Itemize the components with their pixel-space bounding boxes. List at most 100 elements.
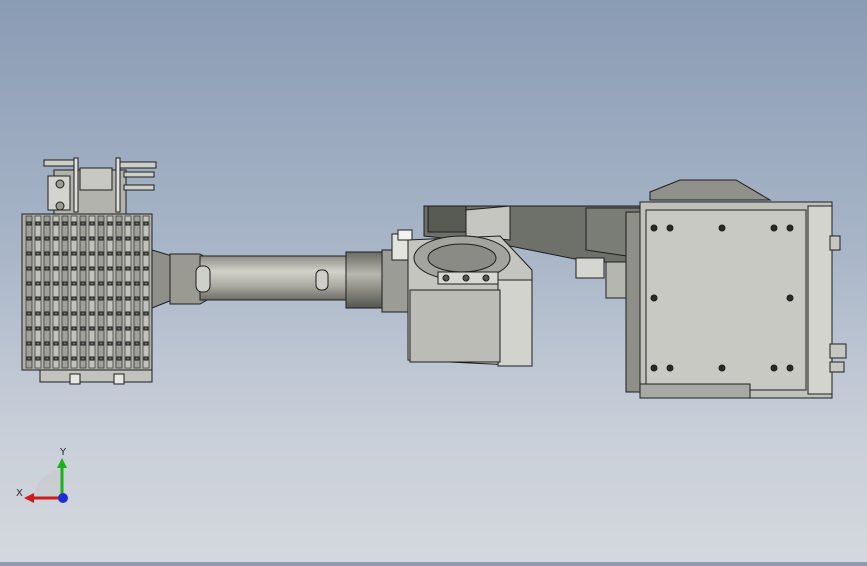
gripper-fin-notch bbox=[35, 296, 41, 301]
base-bolt bbox=[718, 224, 726, 232]
gripper-fin-notch bbox=[134, 221, 140, 226]
gripper-fin-notch bbox=[125, 281, 131, 286]
gripper-fin-notch bbox=[44, 236, 50, 241]
gripper-fin-notch bbox=[116, 326, 122, 331]
gripper-fin-notch bbox=[26, 341, 32, 346]
gripper-fin-notch bbox=[80, 311, 86, 316]
gripper-fin-notch bbox=[98, 356, 104, 361]
gripper-fin-notch bbox=[98, 311, 104, 316]
gripper-fin-notch bbox=[53, 326, 59, 331]
gripper-fin-notch bbox=[62, 221, 68, 226]
gripper-fin-notch bbox=[134, 311, 140, 316]
model-canvas[interactable]: Y X bbox=[0, 0, 867, 562]
gripper-fin-notch bbox=[125, 236, 131, 241]
gripper-fin-notch bbox=[116, 341, 122, 346]
gripper-fin-notch bbox=[98, 296, 104, 301]
gripper-fin-notch bbox=[98, 281, 104, 286]
base-bolt bbox=[770, 224, 778, 232]
gripper-fin-notch bbox=[80, 221, 86, 226]
base-mounting-plate bbox=[645, 209, 807, 391]
gripper-fin-notch bbox=[134, 356, 140, 361]
gripper-fin-notch bbox=[80, 341, 86, 346]
base-top-housing bbox=[649, 179, 772, 201]
gripper-fin-notch bbox=[80, 296, 86, 301]
gripper-fin-notch bbox=[71, 221, 77, 226]
upper-arm bbox=[407, 205, 641, 367]
gripper-fin-notch bbox=[116, 356, 122, 361]
gripper-fin-notch bbox=[71, 296, 77, 301]
gripper-fin-notch bbox=[134, 326, 140, 331]
gripper-fin-notch bbox=[35, 221, 41, 226]
gripper-fin-notch bbox=[53, 281, 59, 286]
gripper-fin-notch bbox=[71, 326, 77, 331]
gripper-fin-notch bbox=[143, 341, 149, 346]
cad-viewport[interactable]: Y X bbox=[0, 0, 867, 562]
y-axis-head bbox=[57, 458, 67, 468]
gripper-fin-notch bbox=[44, 296, 50, 301]
gripper-fin-notch bbox=[44, 341, 50, 346]
gripper-fin-notch bbox=[125, 326, 131, 331]
gripper-fin-notch bbox=[98, 221, 104, 226]
gripper-fin-notch bbox=[125, 221, 131, 226]
gripper-fin-notch bbox=[71, 251, 77, 256]
gripper-fin-notch bbox=[44, 266, 50, 271]
base-bolt bbox=[718, 364, 726, 372]
gripper-fin-notch bbox=[62, 266, 68, 271]
gripper-fin-notch bbox=[143, 236, 149, 241]
gripper-fin-notch bbox=[107, 281, 113, 286]
gripper-fin-notch bbox=[62, 281, 68, 286]
gripper-fin-notch bbox=[80, 281, 86, 286]
gripper-fin-notch bbox=[26, 266, 32, 271]
gripper-fin-notch bbox=[44, 281, 50, 286]
gripper-fin-notch bbox=[53, 296, 59, 301]
gripper-fin-notch bbox=[62, 236, 68, 241]
gripper-fin-notch bbox=[143, 221, 149, 226]
gripper-fin-notch bbox=[116, 266, 122, 271]
gripper-fin-notch bbox=[44, 221, 50, 226]
gripper-fin-notch bbox=[62, 356, 68, 361]
gripper-fin-notch bbox=[44, 326, 50, 331]
gripper-fin-notch bbox=[125, 311, 131, 316]
gripper-fin-notch bbox=[80, 356, 86, 361]
gripper-fin-notch bbox=[143, 326, 149, 331]
gripper-fin-notch bbox=[107, 251, 113, 256]
gripper-fin-notch bbox=[53, 236, 59, 241]
gripper-fin-notch bbox=[53, 311, 59, 316]
gripper-fin-notch bbox=[44, 251, 50, 256]
gripper-fin-notch bbox=[98, 326, 104, 331]
gripper-fin-notch bbox=[26, 326, 32, 331]
gripper-fin-notch bbox=[107, 236, 113, 241]
gripper-fin-notch bbox=[116, 221, 122, 226]
gripper-fin-notch bbox=[143, 296, 149, 301]
gripper-fin-notch bbox=[89, 296, 95, 301]
gripper-fin-notch bbox=[44, 356, 50, 361]
gripper-fin-notch bbox=[53, 266, 59, 271]
gripper-fin-notch bbox=[125, 296, 131, 301]
gripper-fin-notch bbox=[116, 281, 122, 286]
gripper-fin-notch bbox=[62, 341, 68, 346]
base-bolt bbox=[786, 294, 794, 302]
gripper-assembly bbox=[21, 157, 157, 385]
gripper-fin-notch bbox=[71, 266, 77, 271]
gripper-fin-notch bbox=[35, 236, 41, 241]
gripper-fin-notch bbox=[71, 341, 77, 346]
gripper-fin-notch bbox=[116, 251, 122, 256]
gripper-fin-notch bbox=[89, 326, 95, 331]
gripper-fin-notch bbox=[35, 281, 41, 286]
gripper-fin-notch bbox=[80, 266, 86, 271]
gripper-fin-notch bbox=[62, 311, 68, 316]
gripper-fin-notch bbox=[125, 356, 131, 361]
gripper-fin-notch bbox=[80, 326, 86, 331]
gripper-fin-notch bbox=[107, 296, 113, 301]
gripper-fin-notch bbox=[26, 251, 32, 256]
gripper-finned-body bbox=[21, 213, 153, 371]
gripper-fin-notch bbox=[26, 221, 32, 226]
gripper-fin-notch bbox=[80, 236, 86, 241]
gripper-fin-notch bbox=[107, 221, 113, 226]
gripper-fin-notch bbox=[134, 251, 140, 256]
gripper-fin-notch bbox=[26, 236, 32, 241]
gripper-fin-notch bbox=[89, 221, 95, 226]
gripper-fin-notch bbox=[134, 236, 140, 241]
gripper-fin-notch bbox=[44, 311, 50, 316]
gripper-fin-notch bbox=[125, 341, 131, 346]
